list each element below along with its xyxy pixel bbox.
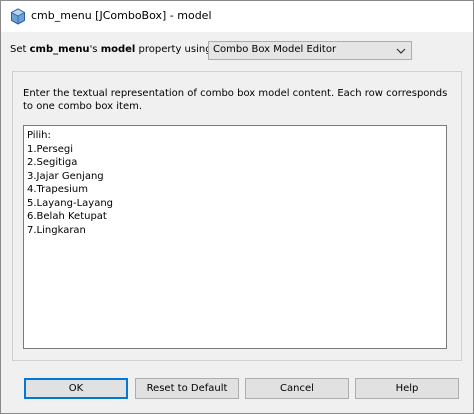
netbeans-bean-icon [10, 8, 26, 25]
chevron-down-icon [396, 48, 406, 54]
combo-items-list: Pilih: 1.Persegi 2.Segitiga 3.Jajar Genjang… [27, 129, 113, 237]
reset-to-default-button[interactable]: Reset to Default [135, 378, 239, 399]
property-row-label: Set cmb_menu's model property using: [10, 44, 215, 55]
property-suffix: property using: [135, 44, 215, 55]
combo-item-line: 7.Lingkaran [27, 224, 86, 236]
combo-items-textarea[interactable]: Pilih: 1.Persegi 2.Segitiga 3.Jajar Genjang… [23, 125, 447, 349]
cancel-button[interactable]: Cancel [245, 378, 349, 399]
combo-item-line: Pilih: [27, 130, 51, 141]
combo-item-line: 2.Segitiga [27, 157, 78, 168]
component-name: cmb_menu [29, 44, 90, 55]
help-button[interactable]: Help [355, 378, 459, 399]
dialog-window: cmb_menu [JComboBox] - model Set cmb_men… [0, 0, 474, 414]
property-editor-selected: Combo Box Model Editor [213, 44, 337, 55]
combo-item-line: 1.Persegi [27, 143, 73, 155]
window-title: cmb_menu [JComboBox] - model [31, 9, 212, 22]
title-bar: cmb_menu [JComboBox] - model [1, 1, 473, 32]
property-middle: 's [89, 44, 101, 55]
combo-item-line: 6.Belah Ketupat [27, 211, 107, 222]
property-prefix: Set [10, 44, 30, 55]
ok-button[interactable]: OK [24, 378, 128, 399]
property-name: model [100, 44, 136, 55]
instructions-text: Enter the textual representation of comb… [23, 88, 448, 112]
combo-item-line: 3.Jajar Genjang [27, 170, 104, 182]
combo-item-line: 5.Layang-Layang [27, 197, 114, 209]
combo-item-line: 4.Trapesium [27, 184, 88, 195]
property-editor-dropdown[interactable]: Combo Box Model Editor [208, 41, 412, 60]
